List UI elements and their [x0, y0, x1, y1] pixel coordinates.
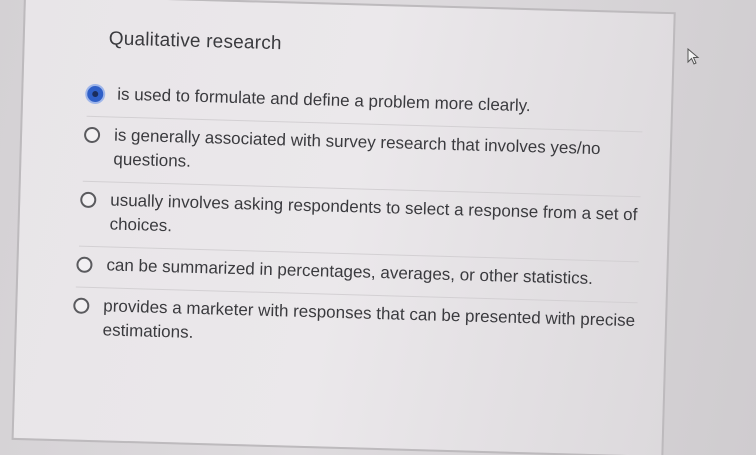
- answer-options: is used to formulate and define a proble…: [73, 75, 644, 368]
- screen: Qualitative research is used to formulat…: [0, 0, 756, 455]
- radio-unselected-icon[interactable]: [83, 126, 101, 144]
- question-card: Qualitative research is used to formulat…: [11, 0, 676, 455]
- answer-option-label: usually involves asking respondents to s…: [109, 190, 638, 236]
- answer-option-label: is used to formulate and define a proble…: [116, 84, 531, 116]
- answer-option-label: is generally associated with survey rese…: [113, 125, 601, 171]
- question-title: Qualitative research: [108, 28, 282, 55]
- radio-unselected-icon[interactable]: [73, 297, 90, 314]
- mouse-pointer-icon: [687, 48, 700, 65]
- radio-unselected-icon[interactable]: [76, 256, 93, 274]
- answer-option-label: can be summarized in percentages, averag…: [106, 255, 594, 288]
- answer-option-label: provides a marketer with responses that …: [102, 296, 636, 342]
- radio-unselected-icon[interactable]: [80, 191, 97, 209]
- radio-selected-icon[interactable]: [87, 85, 104, 103]
